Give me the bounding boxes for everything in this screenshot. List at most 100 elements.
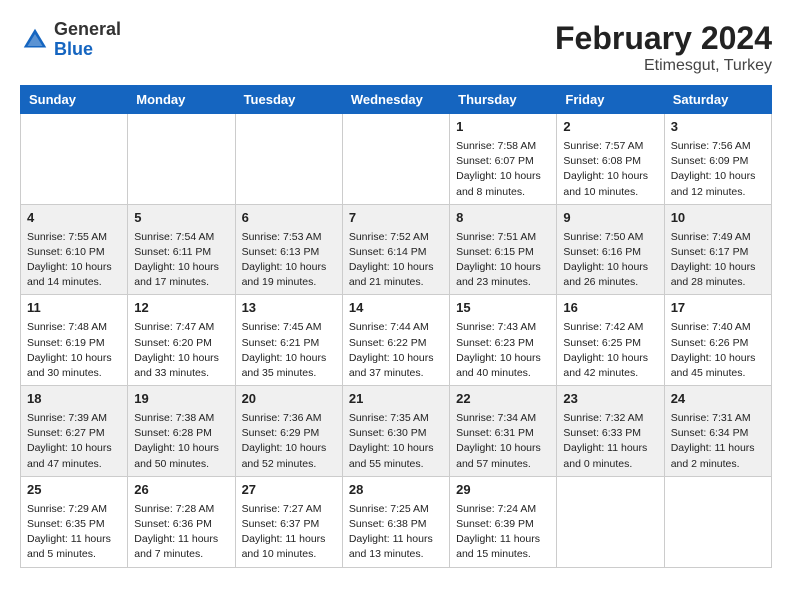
day-info: Sunset: 6:08 PM — [563, 154, 657, 169]
calendar-cell: 6Sunrise: 7:53 AMSunset: 6:13 PMDaylight… — [235, 204, 342, 295]
day-info: Daylight: 10 hours — [27, 351, 121, 366]
day-info: Sunrise: 7:57 AM — [563, 139, 657, 154]
day-info: Sunset: 6:09 PM — [671, 154, 765, 169]
day-number: 11 — [27, 299, 121, 318]
day-info: Daylight: 10 hours — [456, 351, 550, 366]
location: Etimesgut, Turkey — [555, 57, 772, 75]
calendar-cell: 1Sunrise: 7:58 AMSunset: 6:07 PMDaylight… — [450, 114, 557, 205]
day-info: Sunrise: 7:43 AM — [456, 320, 550, 335]
day-info: Sunset: 6:39 PM — [456, 517, 550, 532]
day-header-thursday: Thursday — [450, 86, 557, 114]
day-number: 10 — [671, 209, 765, 228]
day-number: 1 — [456, 118, 550, 137]
day-info: Sunset: 6:22 PM — [349, 336, 443, 351]
day-info: Sunrise: 7:34 AM — [456, 411, 550, 426]
day-number: 22 — [456, 390, 550, 409]
day-info: Sunrise: 7:51 AM — [456, 230, 550, 245]
calendar-cell: 27 Sunrise: 7:27 AMSunset: 6:37 PMDayligh… — [235, 476, 342, 567]
day-info: Daylight: 11 hours — [242, 532, 336, 547]
day-number: 28 — [349, 481, 443, 500]
day-header-friday: Friday — [557, 86, 664, 114]
day-info: and 47 minutes. — [27, 457, 121, 472]
day-info: Daylight: 10 hours — [349, 441, 443, 456]
day-info: and 23 minutes. — [456, 275, 550, 290]
calendar-cell: 22Sunrise: 7:34 AMSunset: 6:31 PMDayligh… — [450, 386, 557, 477]
calendar-cell: 14Sunrise: 7:44 AMSunset: 6:22 PMDayligh… — [342, 295, 449, 386]
day-info: Sunrise: 7:49 AM — [671, 230, 765, 245]
day-info: Sunset: 6:11 PM — [134, 245, 228, 260]
day-info: and 2 minutes. — [671, 457, 765, 472]
day-info: and 12 minutes. — [671, 185, 765, 200]
day-info: Sunset: 6:07 PM — [456, 154, 550, 169]
day-info: Sunrise: 7:28 AM — [134, 502, 228, 517]
calendar-week-row: 18Sunrise: 7:39 AMSunset: 6:27 PMDayligh… — [21, 386, 772, 477]
day-info: Sunrise: 7:29 AM — [27, 502, 121, 517]
day-info: Sunset: 6:16 PM — [563, 245, 657, 260]
calendar-cell — [342, 114, 449, 205]
calendar-cell: 3Sunrise: 7:56 AMSunset: 6:09 PMDaylight… — [664, 114, 771, 205]
calendar-cell: 17Sunrise: 7:40 AMSunset: 6:26 PMDayligh… — [664, 295, 771, 386]
calendar-header-row: SundayMondayTuesdayWednesdayThursdayFrid… — [21, 86, 772, 114]
day-info: Sunrise: 7:27 AM — [242, 502, 336, 517]
calendar-cell: 2Sunrise: 7:57 AMSunset: 6:08 PMDaylight… — [557, 114, 664, 205]
day-info: and 10 minutes. — [242, 547, 336, 562]
day-info: Sunrise: 7:52 AM — [349, 230, 443, 245]
day-info: Sunset: 6:30 PM — [349, 426, 443, 441]
day-info: Daylight: 10 hours — [242, 441, 336, 456]
calendar-cell: 10Sunrise: 7:49 AMSunset: 6:17 PMDayligh… — [664, 204, 771, 295]
day-number: 14 — [349, 299, 443, 318]
day-number: 12 — [134, 299, 228, 318]
calendar-week-row: 11Sunrise: 7:48 AMSunset: 6:19 PMDayligh… — [21, 295, 772, 386]
day-info: Daylight: 11 hours — [349, 532, 443, 547]
day-number: 6 — [242, 209, 336, 228]
day-info: and 14 minutes. — [27, 275, 121, 290]
day-info: Sunrise: 7:40 AM — [671, 320, 765, 335]
day-info: Sunset: 6:13 PM — [242, 245, 336, 260]
day-number: 29 — [456, 481, 550, 500]
day-info: Daylight: 11 hours — [134, 532, 228, 547]
day-info: Sunrise: 7:24 AM — [456, 502, 550, 517]
calendar-cell: 5Sunrise: 7:54 AMSunset: 6:11 PMDaylight… — [128, 204, 235, 295]
day-number: 7 — [349, 209, 443, 228]
day-info: Sunrise: 7:25 AM — [349, 502, 443, 517]
day-info: Sunset: 6:15 PM — [456, 245, 550, 260]
day-number: 8 — [456, 209, 550, 228]
logo-text: General Blue — [54, 20, 121, 60]
day-number: 27 — [242, 481, 336, 500]
day-info: Sunset: 6:19 PM — [27, 336, 121, 351]
day-info: Daylight: 10 hours — [242, 260, 336, 275]
day-info: Daylight: 10 hours — [456, 169, 550, 184]
calendar-cell: 12Sunrise: 7:47 AMSunset: 6:20 PMDayligh… — [128, 295, 235, 386]
day-info: Sunset: 6:23 PM — [456, 336, 550, 351]
day-number: 23 — [563, 390, 657, 409]
day-info: and 15 minutes. — [456, 547, 550, 562]
calendar-week-row: 1Sunrise: 7:58 AMSunset: 6:07 PMDaylight… — [21, 114, 772, 205]
calendar-cell: 8Sunrise: 7:51 AMSunset: 6:15 PMDaylight… — [450, 204, 557, 295]
day-info: Daylight: 11 hours — [671, 441, 765, 456]
calendar-week-row: 4Sunrise: 7:55 AMSunset: 6:10 PMDaylight… — [21, 204, 772, 295]
day-info: Sunset: 6:27 PM — [27, 426, 121, 441]
calendar-cell: 9Sunrise: 7:50 AMSunset: 6:16 PMDaylight… — [557, 204, 664, 295]
day-number: 17 — [671, 299, 765, 318]
calendar-cell: 23Sunrise: 7:32 AMSunset: 6:33 PMDayligh… — [557, 386, 664, 477]
calendar-cell: 18Sunrise: 7:39 AMSunset: 6:27 PMDayligh… — [21, 386, 128, 477]
day-number: 4 — [27, 209, 121, 228]
day-info: Sunset: 6:14 PM — [349, 245, 443, 260]
day-info: Daylight: 10 hours — [242, 351, 336, 366]
day-info: Daylight: 10 hours — [671, 351, 765, 366]
day-info: Sunrise: 7:45 AM — [242, 320, 336, 335]
calendar-cell: 24Sunrise: 7:31 AMSunset: 6:34 PMDayligh… — [664, 386, 771, 477]
day-info: and 0 minutes. — [563, 457, 657, 472]
calendar-cell: 13Sunrise: 7:45 AMSunset: 6:21 PMDayligh… — [235, 295, 342, 386]
calendar-cell: 28Sunrise: 7:25 AMSunset: 6:38 PMDayligh… — [342, 476, 449, 567]
day-number: 19 — [134, 390, 228, 409]
day-header-sunday: Sunday — [21, 86, 128, 114]
day-info: and 8 minutes. — [456, 185, 550, 200]
day-info: Sunset: 6:37 PM — [242, 517, 336, 532]
day-info: and 7 minutes. — [134, 547, 228, 562]
day-info: Sunset: 6:36 PM — [134, 517, 228, 532]
page-header: General Blue February 2024 Etimesgut, Tu… — [20, 20, 772, 75]
day-info: Sunrise: 7:35 AM — [349, 411, 443, 426]
day-number: 25 — [27, 481, 121, 500]
day-info: Sunset: 6:34 PM — [671, 426, 765, 441]
